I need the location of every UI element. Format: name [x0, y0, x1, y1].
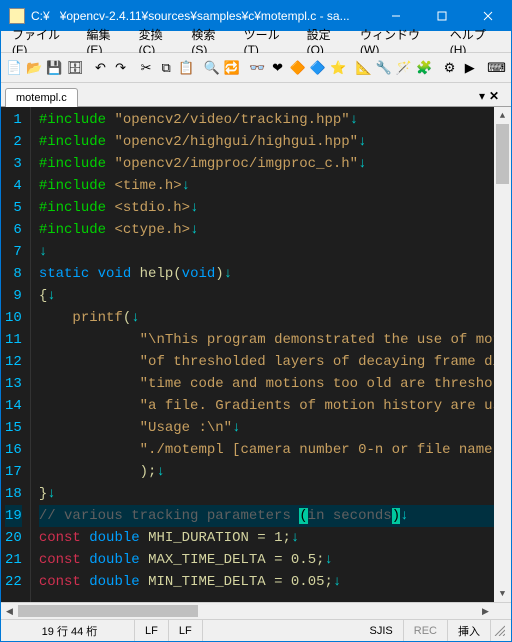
- tabbar: motempl.c ▾ ✕: [1, 83, 511, 107]
- line-number: 17: [5, 461, 22, 483]
- code-line[interactable]: static void help(void)↓: [39, 263, 494, 285]
- code-line[interactable]: "./motempl [camera number 0-n or file na…: [39, 439, 494, 461]
- code-line[interactable]: "\nThis program demonstrated the use of …: [39, 329, 494, 351]
- tab-label: motempl.c: [16, 92, 67, 104]
- resize-grip-icon[interactable]: [491, 624, 507, 638]
- mark2-icon[interactable]: ❤: [269, 57, 287, 79]
- undo-icon[interactable]: ↶: [91, 57, 109, 79]
- mark1-icon[interactable]: 👓: [248, 57, 266, 79]
- scroll-left-icon[interactable]: ◀: [1, 603, 18, 620]
- line-number: 11: [5, 329, 22, 351]
- status-encoding: SJIS: [360, 620, 404, 641]
- vertical-scrollbar[interactable]: ▲ ▼: [494, 107, 511, 602]
- line-number: 16: [5, 439, 22, 461]
- code-line[interactable]: ↓: [39, 241, 494, 263]
- code-line[interactable]: {↓: [39, 285, 494, 307]
- save-icon[interactable]: 💾: [45, 57, 63, 79]
- line-number: 13: [5, 373, 22, 395]
- line-number: 21: [5, 549, 22, 571]
- code-line[interactable]: #include "opencv2/video/tracking.hpp"↓: [39, 109, 494, 131]
- line-number: 18: [5, 483, 22, 505]
- code-line[interactable]: // various tracking parameters (in secon…: [39, 505, 494, 527]
- copy-icon[interactable]: ⧉: [157, 57, 175, 79]
- line-number: 6: [5, 219, 22, 241]
- tool4-icon[interactable]: 🧩: [415, 57, 433, 79]
- status-eol2: LF: [169, 620, 203, 641]
- line-number: 8: [5, 263, 22, 285]
- line-number: 14: [5, 395, 22, 417]
- line-number: 4: [5, 175, 22, 197]
- code-line[interactable]: #include "opencv2/imgproc/imgproc_c.h"↓: [39, 153, 494, 175]
- drive-label: C:¥: [31, 9, 50, 23]
- new-icon[interactable]: 📄: [5, 57, 23, 79]
- window-title: ¥opencv-2.4.11¥sources¥samples¥c¥motempl…: [60, 9, 373, 23]
- tab-motempl[interactable]: motempl.c: [5, 88, 78, 107]
- statusbar: 19 行 44 桁 LF LF SJIS REC 挿入: [1, 619, 511, 641]
- horizontal-scrollbar[interactable]: ◀ ▶: [1, 602, 511, 619]
- code-line[interactable]: #include <time.h>↓: [39, 175, 494, 197]
- line-number: 12: [5, 351, 22, 373]
- cut-icon[interactable]: ✂: [137, 57, 155, 79]
- status-rec: REC: [404, 620, 448, 641]
- code-line[interactable]: "Usage :\n"↓: [39, 417, 494, 439]
- tool1-icon[interactable]: 📐: [355, 57, 373, 79]
- save-all-icon[interactable]: 🗄: [66, 57, 85, 79]
- app-icon: [9, 8, 25, 24]
- scroll-corner: [494, 603, 511, 620]
- menubar: ファイル(F) 編集(E) 変換(C) 検索(S) ツール(T) 設定(O) ウ…: [1, 31, 511, 53]
- line-number: 5: [5, 197, 22, 219]
- code-line[interactable]: #include "opencv2/highgui/highgui.hpp"↓: [39, 131, 494, 153]
- scroll-thumb-v[interactable]: [496, 124, 509, 184]
- line-number: 9: [5, 285, 22, 307]
- status-position: 19 行 44 桁: [5, 620, 135, 641]
- scroll-track-v[interactable]: [494, 124, 511, 585]
- code-line[interactable]: "of thresholded layers of decaying frame…: [39, 351, 494, 373]
- tab-dropdown-icon[interactable]: ▾: [479, 89, 485, 103]
- scroll-track-h[interactable]: [18, 603, 477, 619]
- mark5-icon[interactable]: ⭐: [329, 57, 347, 79]
- code-line[interactable]: "time code and motions too old are thres…: [39, 373, 494, 395]
- redo-icon[interactable]: ↷: [112, 57, 130, 79]
- replace-icon[interactable]: 🔁: [223, 57, 241, 79]
- scroll-thumb-h[interactable]: [18, 605, 198, 617]
- line-number: 20: [5, 527, 22, 549]
- code-line[interactable]: }↓: [39, 483, 494, 505]
- scroll-up-icon[interactable]: ▲: [494, 107, 511, 124]
- code-line[interactable]: const double MIN_TIME_DELTA = 0.05;↓: [39, 571, 494, 593]
- tool3-icon[interactable]: 🪄: [395, 57, 413, 79]
- cmd-icon[interactable]: ⌨: [486, 57, 507, 79]
- search-icon[interactable]: 🔍: [203, 57, 221, 79]
- status-eol1: LF: [135, 620, 169, 641]
- code-line[interactable]: #include <ctype.h>↓: [39, 219, 494, 241]
- code-line[interactable]: const double MAX_TIME_DELTA = 0.5;↓: [39, 549, 494, 571]
- macro-icon[interactable]: ▶: [461, 57, 479, 79]
- code-line[interactable]: );↓: [39, 461, 494, 483]
- open-icon[interactable]: 📂: [25, 57, 43, 79]
- line-number: 3: [5, 153, 22, 175]
- scroll-down-icon[interactable]: ▼: [494, 585, 511, 602]
- code-line[interactable]: #include <stdio.h>↓: [39, 197, 494, 219]
- tool2-icon[interactable]: 🔧: [375, 57, 393, 79]
- line-number: 19: [5, 505, 22, 527]
- mark3-icon[interactable]: 🔶: [289, 57, 307, 79]
- code-line[interactable]: printf(↓: [39, 307, 494, 329]
- gutter: 12345678910111213141516171819202122: [1, 107, 31, 602]
- line-number: 10: [5, 307, 22, 329]
- line-number: 15: [5, 417, 22, 439]
- code-area[interactable]: #include "opencv2/video/tracking.hpp"↓#i…: [31, 107, 494, 602]
- line-number: 1: [5, 109, 22, 131]
- line-number: 7: [5, 241, 22, 263]
- paste-icon[interactable]: 📋: [177, 57, 195, 79]
- editor[interactable]: 12345678910111213141516171819202122 #inc…: [1, 107, 511, 602]
- settings-icon[interactable]: ⚙: [440, 57, 458, 79]
- toolbar: 📄📂💾🗄 ↶↷ ✂⧉📋 🔍🔁 👓❤🔶🔷⭐ 📐🔧🪄🧩 ⚙▶ ⌨: [1, 53, 511, 83]
- line-number: 22: [5, 571, 22, 593]
- code-line[interactable]: "a file. Gradients of motion history are…: [39, 395, 494, 417]
- code-line[interactable]: const double MHI_DURATION = 1;↓: [39, 527, 494, 549]
- status-insert: 挿入: [448, 620, 491, 641]
- mark4-icon[interactable]: 🔷: [309, 57, 327, 79]
- line-number: 2: [5, 131, 22, 153]
- tab-close-icon[interactable]: ✕: [489, 89, 503, 103]
- scroll-right-icon[interactable]: ▶: [477, 603, 494, 620]
